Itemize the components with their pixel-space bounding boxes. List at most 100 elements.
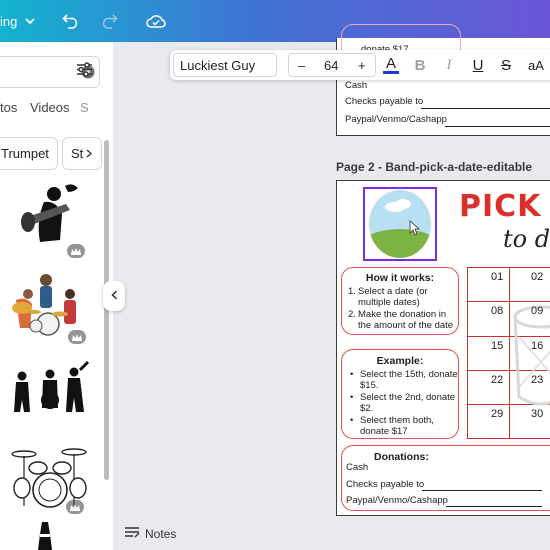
donations-title: Donations: (374, 451, 429, 463)
date-23[interactable]: 23 (531, 374, 543, 386)
chip-more-label: St (71, 146, 84, 161)
selected-image-frame[interactable] (363, 187, 437, 261)
collapse-panel-button[interactable] (103, 281, 125, 311)
undo-icon (62, 13, 80, 29)
top-bar: ing (0, 0, 550, 42)
example-line-3: Select the 2nd, donate (360, 392, 456, 403)
undo-button[interactable] (62, 0, 80, 42)
page1-cash-label: Cash (345, 80, 368, 91)
how-line-3: Make the donation in (358, 309, 447, 320)
bullet-icon: • (350, 415, 354, 426)
chevron-right-icon (86, 146, 93, 161)
increase-size-button[interactable]: + (358, 58, 366, 73)
underline-button[interactable]: U (467, 53, 489, 77)
donations-box: Donations: Cash Checks payable to Paypal… (341, 445, 550, 511)
date-30[interactable]: 30 (531, 408, 543, 420)
paypal-line (446, 506, 542, 507)
tab-more[interactable]: S (80, 100, 89, 115)
date-29[interactable]: 29 (491, 408, 503, 420)
donations-cash-label: Cash (346, 462, 369, 473)
bold-button[interactable]: B (409, 53, 431, 77)
landscape-image (369, 190, 431, 258)
bullet-icon: • (350, 369, 354, 380)
how-num-2: 2. (348, 309, 356, 320)
bullet-icon: • (350, 392, 354, 403)
page2-subtitle: to d (503, 225, 550, 253)
crown-icon (68, 330, 86, 344)
drum-watermark-icon (513, 305, 550, 406)
graphic-partial[interactable] (30, 520, 60, 550)
donations-checks-label: Checks payable to (346, 479, 425, 490)
text-toolbar: Luckiest Guy – 64 + A B I U S aA (170, 50, 550, 80)
font-family-select[interactable]: Luckiest Guy (173, 53, 277, 77)
graphic-band-silhouette[interactable] (10, 360, 90, 428)
letter-case-button[interactable]: aA (522, 53, 550, 77)
date-16[interactable]: 16 (531, 340, 543, 352)
tab-videos[interactable]: Videos (30, 100, 70, 115)
example-line-4: $2. (360, 403, 374, 414)
date-grid: 01 02 08 09 15 16 22 23 29 30 (467, 267, 550, 439)
page1-checks-line (421, 108, 550, 109)
chip-trumpet[interactable]: Trumpet (0, 137, 58, 170)
example-line-2: $15. (360, 380, 379, 391)
date-22[interactable]: 22 (491, 374, 503, 386)
graphic-band-colorful[interactable] (8, 270, 90, 345)
graphic-drum-kit[interactable] (8, 444, 90, 516)
crown-icon (66, 500, 84, 514)
tab-photos[interactable]: tos (0, 100, 17, 115)
example-line-5: Select them both, (360, 415, 434, 426)
font-size-control: – 64 + (288, 53, 376, 77)
filter-button[interactable] (69, 57, 100, 87)
date-01[interactable]: 01 (491, 271, 503, 283)
redo-icon (100, 13, 118, 29)
how-it-works-box: How it works: 1. Select a date (or multi… (341, 267, 459, 335)
graphic-trumpet-player[interactable] (10, 180, 85, 260)
color-swatch (383, 70, 399, 74)
decrease-size-button[interactable]: – (298, 58, 305, 73)
bold-icon: B (414, 56, 426, 74)
elements-panel: tos Videos S Trumpet St (0, 42, 113, 550)
redo-button[interactable] (100, 0, 118, 42)
chevron-down-icon (25, 17, 35, 25)
how-line-4: the amount of the date (358, 320, 454, 331)
page2-title: PICK A (459, 189, 550, 224)
italic-icon: I (446, 56, 452, 73)
example-title: Example: (376, 355, 424, 367)
font-family-value: Luckiest Guy (180, 58, 256, 73)
how-line-2: multiple dates) (358, 297, 420, 308)
notes-button[interactable]: Notes (124, 526, 176, 541)
chevron-left-icon (110, 287, 118, 305)
resize-menu[interactable]: ing (0, 0, 35, 42)
page1-paypal-line (445, 126, 550, 127)
example-box: Example: • Select the 15th, donate $15. … (341, 349, 459, 439)
date-09[interactable]: 09 (531, 305, 543, 317)
example-line-1: Select the 15th, donate (360, 369, 458, 380)
text-color-button[interactable]: A (380, 53, 402, 77)
donations-paypal-label: Paypal/Venmo/Cashapp (346, 495, 448, 506)
date-15[interactable]: 15 (491, 340, 503, 352)
date-08[interactable]: 08 (491, 305, 503, 317)
letter-case-icon: aA (528, 57, 544, 73)
sliders-icon (76, 62, 93, 82)
chip-trumpet-label: Trumpet (1, 146, 49, 161)
notes-label: Notes (145, 526, 177, 541)
page-2[interactable]: PICK A to d How it works: 1. Select a da… (336, 180, 550, 516)
page1-checks-label: Checks payable to (345, 96, 424, 107)
italic-button[interactable]: I (438, 53, 460, 77)
text-color-letter: A (385, 54, 396, 72)
example-line-6: donate $17 (360, 426, 408, 437)
strikethrough-button[interactable]: S (495, 53, 517, 77)
notes-icon (124, 526, 140, 541)
how-line-1: Select a date (or (358, 286, 428, 297)
resize-label: ing (0, 13, 18, 29)
how-it-works-title: How it works: (365, 272, 435, 284)
date-02[interactable]: 02 (531, 271, 543, 283)
how-num-1: 1. (348, 286, 356, 297)
chip-more[interactable]: St (62, 137, 102, 170)
strikethrough-icon: S (500, 56, 511, 74)
cloud-sync-icon (146, 13, 166, 29)
font-size-input[interactable]: 64 (324, 58, 338, 73)
page1-paypal-label: Paypal/Venmo/Cashapp (345, 114, 447, 125)
cloud-save-button[interactable] (146, 0, 166, 42)
checks-line (422, 490, 542, 491)
